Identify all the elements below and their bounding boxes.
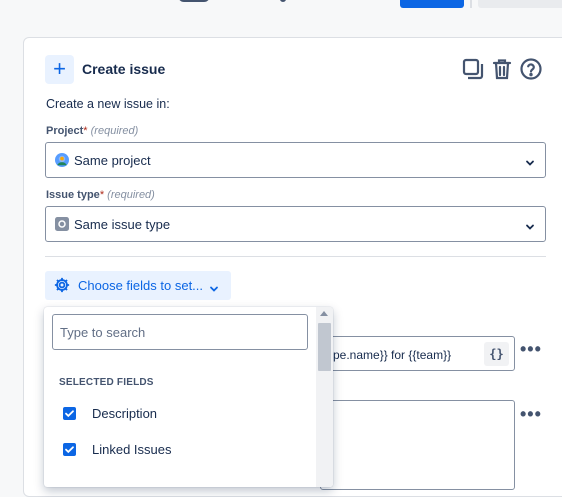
toolbar-toggle[interactable] [178,0,210,2]
smart-value-button[interactable]: {} [484,342,509,366]
chevron-down-icon [209,281,219,292]
form-subtitle: Create a new issue in: [46,97,170,111]
issue-type-label: Issue type* (required) [46,189,155,201]
fields-dropdown: SELECTED FIELDS Description Linked Issue… [44,307,333,487]
issue-type-select-value: Same issue type [74,217,171,232]
chevron-down-icon [525,155,535,166]
field-option[interactable]: Description [44,396,316,430]
issue-type-select[interactable]: Same issue type [45,206,546,242]
help-icon[interactable] [519,57,543,81]
component-title: Create issue [82,61,166,77]
gear-icon [53,276,71,294]
summary-input-value: pe.name}} for {{team}} [333,348,452,362]
duplicate-icon[interactable] [461,57,485,81]
project-select[interactable]: Same project [45,142,546,178]
section-divider [45,256,546,257]
description-input[interactable] [320,400,515,490]
field-search-box[interactable] [52,314,308,350]
section-heading: SELECTED FIELDS [59,377,154,388]
project-label-text: Project [46,125,84,137]
required-mark: * [83,125,88,137]
chevron-down-icon [525,219,535,230]
checkbox-checked-icon[interactable] [63,443,76,456]
toolbar-divider [470,0,472,8]
issue-type-icon [54,216,70,232]
secondary-action-button[interactable] [478,0,562,8]
field-option-label: Description [92,406,158,421]
required-hint: (required) [90,125,139,137]
project-avatar-icon [54,152,70,168]
project-label: Project* (required) [46,125,138,137]
plus-icon: + [45,55,74,84]
dropdown-scrollbar[interactable] [316,307,333,487]
top-toolbar [0,0,562,14]
more-options-icon[interactable]: ••• [520,340,542,358]
field-option-label: Linked Issues [92,442,172,457]
trash-icon[interactable] [490,57,514,81]
summary-input[interactable]: pe.name}} for {{team}} {} [320,336,515,371]
scroll-up-arrow-icon[interactable] [320,311,328,316]
choose-fields-button[interactable]: Choose fields to set... [45,271,231,300]
choose-fields-label: Choose fields to set... [78,278,204,293]
required-mark: * [99,189,105,201]
issue-type-label-text: Issue type [46,189,100,201]
checkbox-checked-icon[interactable] [63,407,76,420]
required-hint: (required) [107,189,155,201]
more-options-icon[interactable]: ••• [520,405,542,423]
scrollbar-thumb[interactable] [318,323,331,371]
primary-action-button[interactable] [400,0,464,8]
toolbar-status-dot [280,0,286,2]
field-option[interactable]: Linked Issues [44,432,316,466]
field-search-input[interactable] [54,316,306,348]
project-select-value: Same project [74,153,151,168]
